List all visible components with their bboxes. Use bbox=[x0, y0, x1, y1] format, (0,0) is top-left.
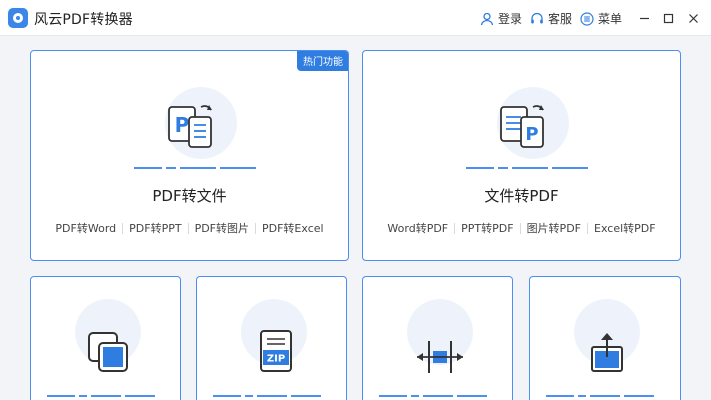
service-label: 客服 bbox=[548, 12, 573, 26]
pdf-to-ppt-link[interactable]: PDF转PPT bbox=[129, 220, 181, 236]
headset-icon bbox=[531, 12, 543, 23]
tool-card-export[interactable] bbox=[529, 276, 681, 400]
image-to-pdf-link[interactable]: 图片转PDF bbox=[527, 220, 581, 236]
excel-to-pdf-link[interactable]: Excel转PDF bbox=[594, 220, 656, 236]
pdf-to-excel-link[interactable]: PDF转Excel bbox=[262, 220, 324, 236]
menu-label: 菜单 bbox=[598, 12, 623, 26]
merge-icon bbox=[88, 332, 128, 372]
link-divider bbox=[122, 222, 124, 234]
maximize-icon bbox=[663, 13, 673, 23]
file-to-pdf-illustration: P bbox=[481, 87, 571, 177]
ground-line bbox=[379, 395, 487, 397]
link-divider bbox=[519, 222, 521, 234]
pdf-to-file-title: PDF转文件 bbox=[152, 187, 227, 205]
file-to-pdf-title: 文件转PDF bbox=[484, 187, 559, 205]
title-bar: 风云PDF转换器 登录 客服 菜单 bbox=[0, 0, 711, 36]
minimize-button[interactable] bbox=[634, 8, 654, 28]
split-icon bbox=[417, 341, 463, 373]
document-to-pdf-icon: P bbox=[500, 105, 544, 148]
close-icon bbox=[688, 13, 698, 23]
link-divider bbox=[587, 222, 588, 234]
hot-feature-badge: 热门功能 bbox=[297, 51, 348, 71]
close-button[interactable] bbox=[683, 8, 703, 28]
link-divider bbox=[454, 222, 456, 234]
tool-card-compress[interactable]: ZIP bbox=[196, 276, 347, 400]
pdf-to-file-card[interactable]: 热门功能 P PDF转文件 PDF转Word PDF转PPT PDF转图片 PD… bbox=[30, 50, 349, 261]
pdf-to-file-illustration: P bbox=[149, 87, 239, 177]
app-title: 风云PDF转换器 bbox=[34, 12, 133, 28]
zip-compress-icon: ZIP bbox=[260, 330, 292, 372]
menu-button[interactable]: 菜单 bbox=[580, 10, 622, 27]
pdf-to-file-links: PDF转Word PDF转PPT PDF转图片 PDF转Excel bbox=[31, 220, 348, 236]
link-divider bbox=[255, 222, 256, 234]
link-divider bbox=[187, 222, 189, 234]
app-logo-icon bbox=[8, 8, 28, 28]
login-button[interactable]: 登录 bbox=[480, 10, 522, 27]
customer-service-button[interactable]: 客服 bbox=[530, 10, 572, 27]
login-label: 登录 bbox=[498, 12, 523, 26]
zip-label: ZIP bbox=[267, 354, 285, 365]
ground-line bbox=[213, 395, 321, 397]
file-to-pdf-card[interactable]: P 文件转PDF Word转PDF PPT转PDF 图片转PDF Excel转P… bbox=[362, 50, 681, 261]
file-to-pdf-links: Word转PDF PPT转PDF 图片转PDF Excel转PDF bbox=[363, 220, 680, 236]
minimize-icon bbox=[639, 17, 649, 19]
pdf-to-image-link[interactable]: PDF转图片 bbox=[195, 220, 249, 236]
split-illustration bbox=[393, 295, 485, 387]
ground-line bbox=[466, 167, 588, 169]
pdf-to-document-icon: P bbox=[168, 105, 212, 148]
maximize-button[interactable] bbox=[658, 8, 678, 28]
svg-text:P: P bbox=[175, 113, 190, 137]
tool-card-split[interactable] bbox=[362, 276, 513, 400]
svg-text:P: P bbox=[525, 124, 538, 145]
ground-line bbox=[546, 395, 654, 397]
compress-illustration: ZIP bbox=[227, 295, 319, 387]
merge-illustration bbox=[61, 295, 153, 387]
export-icon bbox=[591, 333, 623, 372]
ppt-to-pdf-link[interactable]: PPT转PDF bbox=[461, 220, 513, 236]
word-to-pdf-link[interactable]: Word转PDF bbox=[387, 220, 448, 236]
ground-line bbox=[47, 395, 155, 397]
export-illustration bbox=[560, 295, 652, 387]
tool-card-merge[interactable] bbox=[30, 276, 181, 400]
pdf-to-word-link[interactable]: PDF转Word bbox=[55, 220, 116, 236]
ground-line bbox=[134, 167, 256, 169]
user-icon bbox=[480, 12, 494, 25]
menu-icon bbox=[580, 11, 594, 26]
